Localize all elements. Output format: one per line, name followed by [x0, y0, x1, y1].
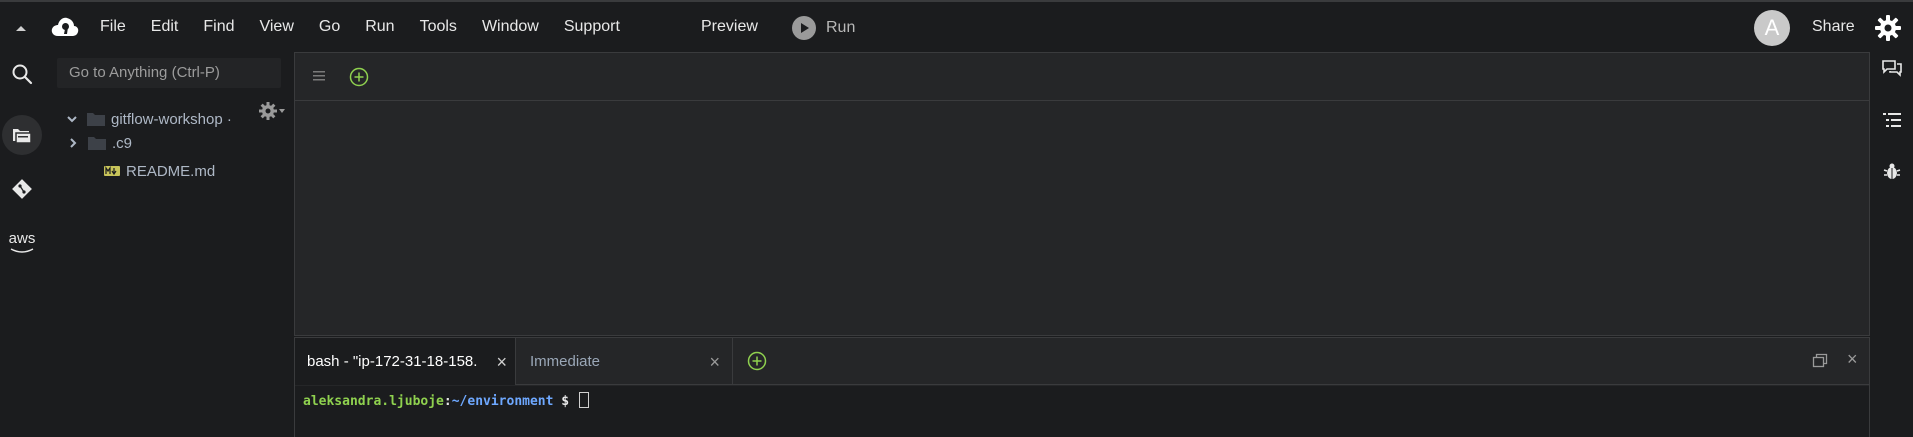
menu-bar: File Edit Find View Go Run Tools Window …	[0, 0, 1913, 52]
menu-tools[interactable]: Tools	[420, 2, 457, 54]
debugger-rail-button[interactable]	[1880, 160, 1904, 184]
tree-file-readme[interactable]: README.md	[104, 160, 215, 182]
console-tab-bar: bash - "ip-172-31-18-158. × Immediate × …	[295, 338, 1869, 385]
collaborate-rail-button[interactable]	[1880, 56, 1904, 80]
tree-folder-c9[interactable]: .c9	[66, 132, 132, 154]
outline-rail-button[interactable]	[1880, 108, 1904, 132]
tree-item-label: .c9	[112, 134, 133, 152]
right-rail	[1870, 52, 1913, 437]
user-avatar[interactable]: A	[1754, 10, 1790, 46]
run-label: Run	[826, 19, 856, 36]
collapse-caret-icon[interactable]	[10, 20, 32, 36]
git-icon	[12, 179, 32, 199]
tab-menu-icon[interactable]	[311, 69, 327, 83]
menu-find[interactable]: Find	[203, 2, 234, 54]
terminal-cursor	[578, 392, 589, 408]
preview-button[interactable]: Preview	[701, 2, 758, 52]
aws-rail-button[interactable]: aws	[2, 222, 42, 262]
search-rail-button[interactable]	[2, 54, 42, 94]
close-tab-icon[interactable]: ×	[496, 352, 507, 373]
play-icon	[792, 16, 816, 40]
chevron-down-icon	[67, 116, 77, 123]
menu-view[interactable]: View	[259, 2, 293, 54]
tree-root-label: gitflow-workshop ·	[111, 110, 232, 128]
add-tab-icon[interactable]	[349, 67, 369, 87]
tab-bash[interactable]: bash - "ip-172-31-18-158. ×	[295, 338, 515, 385]
aws-logo-label: aws	[8, 230, 36, 247]
folder-icon	[87, 113, 105, 126]
menu-support[interactable]: Support	[564, 2, 620, 54]
tree-settings-gear-icon[interactable]	[258, 100, 286, 122]
tree-item-label: README.md	[126, 162, 216, 180]
go-to-anything-input[interactable]	[57, 58, 281, 88]
console-pane: bash - "ip-172-31-18-158. × Immediate × …	[294, 337, 1870, 437]
cloud9-logo-icon[interactable]	[50, 14, 80, 40]
gear-icon[interactable]	[1874, 14, 1902, 42]
main-menu: File Edit Find View Go Run Tools Window …	[100, 2, 645, 54]
menu-run[interactable]: Run	[365, 2, 394, 54]
tab-immediate[interactable]: Immediate ×	[515, 338, 733, 385]
source-control-rail-button[interactable]	[2, 169, 42, 209]
file-tree-panel: gitflow-workshop · .c9 README.md	[44, 52, 294, 437]
search-icon	[12, 64, 33, 85]
chat-icon	[1882, 60, 1902, 77]
tree-root-folder[interactable]: gitflow-workshop ·	[65, 108, 232, 130]
maximize-pane-icon[interactable]	[1812, 353, 1828, 369]
menu-file[interactable]: File	[100, 2, 126, 54]
editor-pane	[294, 52, 1870, 336]
chevron-right-icon	[70, 138, 77, 148]
folders-icon	[13, 129, 32, 144]
share-button[interactable]: Share	[1812, 2, 1855, 52]
environment-rail-button[interactable]	[2, 115, 42, 155]
editor-tab-bar	[295, 53, 1869, 101]
terminal-output[interactable]: aleksandra.ljuboje:~/environment $	[295, 386, 1869, 437]
run-button[interactable]: Run	[792, 16, 855, 40]
menu-go[interactable]: Go	[319, 2, 340, 54]
add-terminal-icon[interactable]	[747, 351, 767, 371]
folder-icon	[88, 137, 106, 150]
aws-smile-icon	[10, 248, 34, 253]
prompt-user: aleksandra.ljuboje	[303, 394, 444, 409]
close-tab-icon[interactable]: ×	[709, 352, 720, 373]
close-pane-icon[interactable]: ×	[1847, 349, 1858, 370]
bug-icon	[1883, 163, 1901, 179]
prompt-path: ~/environment	[451, 394, 554, 409]
prompt-symbol: $	[553, 394, 577, 409]
outline-list-icon	[1883, 113, 1901, 127]
tab-label: bash - "ip-172-31-18-158.	[307, 353, 478, 370]
prompt-separator: :	[443, 394, 452, 409]
left-rail: aws	[0, 52, 44, 437]
menu-edit[interactable]: Edit	[151, 2, 179, 54]
menu-window[interactable]: Window	[482, 2, 539, 54]
tab-label: Immediate	[530, 353, 601, 370]
markdown-file-icon	[104, 166, 120, 176]
